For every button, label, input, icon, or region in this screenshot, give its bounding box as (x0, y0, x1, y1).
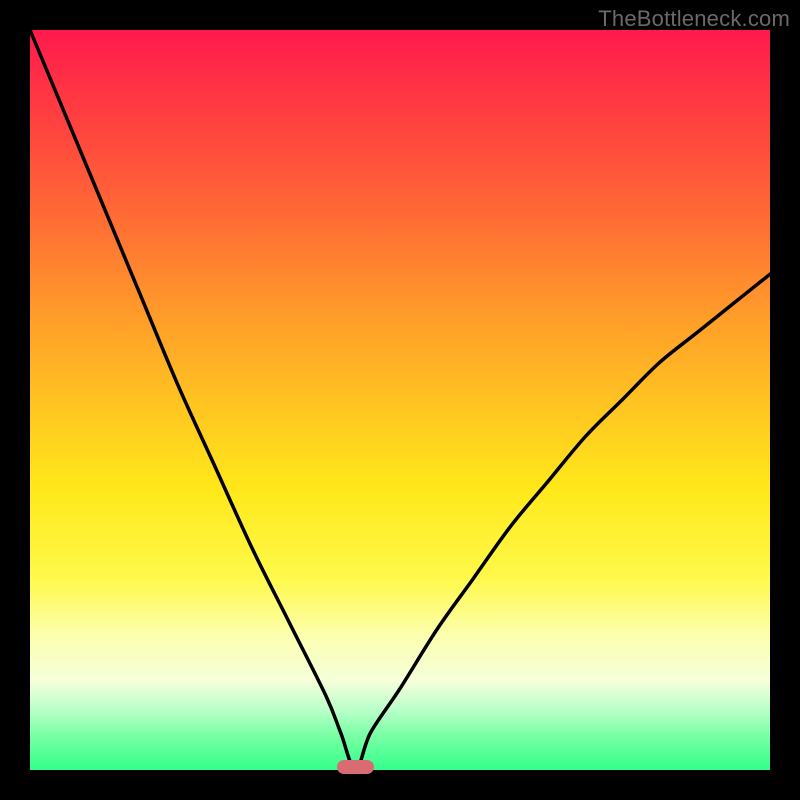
optimal-marker (337, 760, 374, 774)
chart-frame: TheBottleneck.com (0, 0, 800, 800)
watermark-text: TheBottleneck.com (598, 6, 790, 32)
bottleneck-curve (30, 30, 770, 770)
plot-area (30, 30, 770, 770)
